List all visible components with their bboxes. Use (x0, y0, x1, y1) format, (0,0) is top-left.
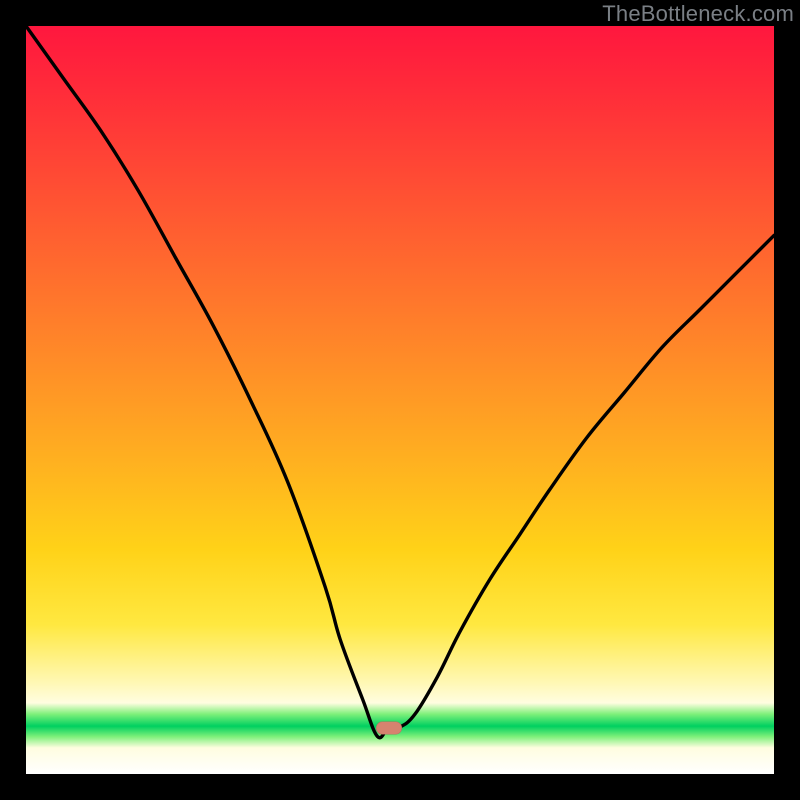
minimum-marker (376, 722, 402, 735)
chart-frame: TheBottleneck.com (0, 0, 800, 800)
curve-svg (26, 26, 774, 774)
watermark-text: TheBottleneck.com (602, 1, 794, 27)
bottleneck-curve (26, 26, 774, 738)
plot-area (26, 26, 774, 774)
